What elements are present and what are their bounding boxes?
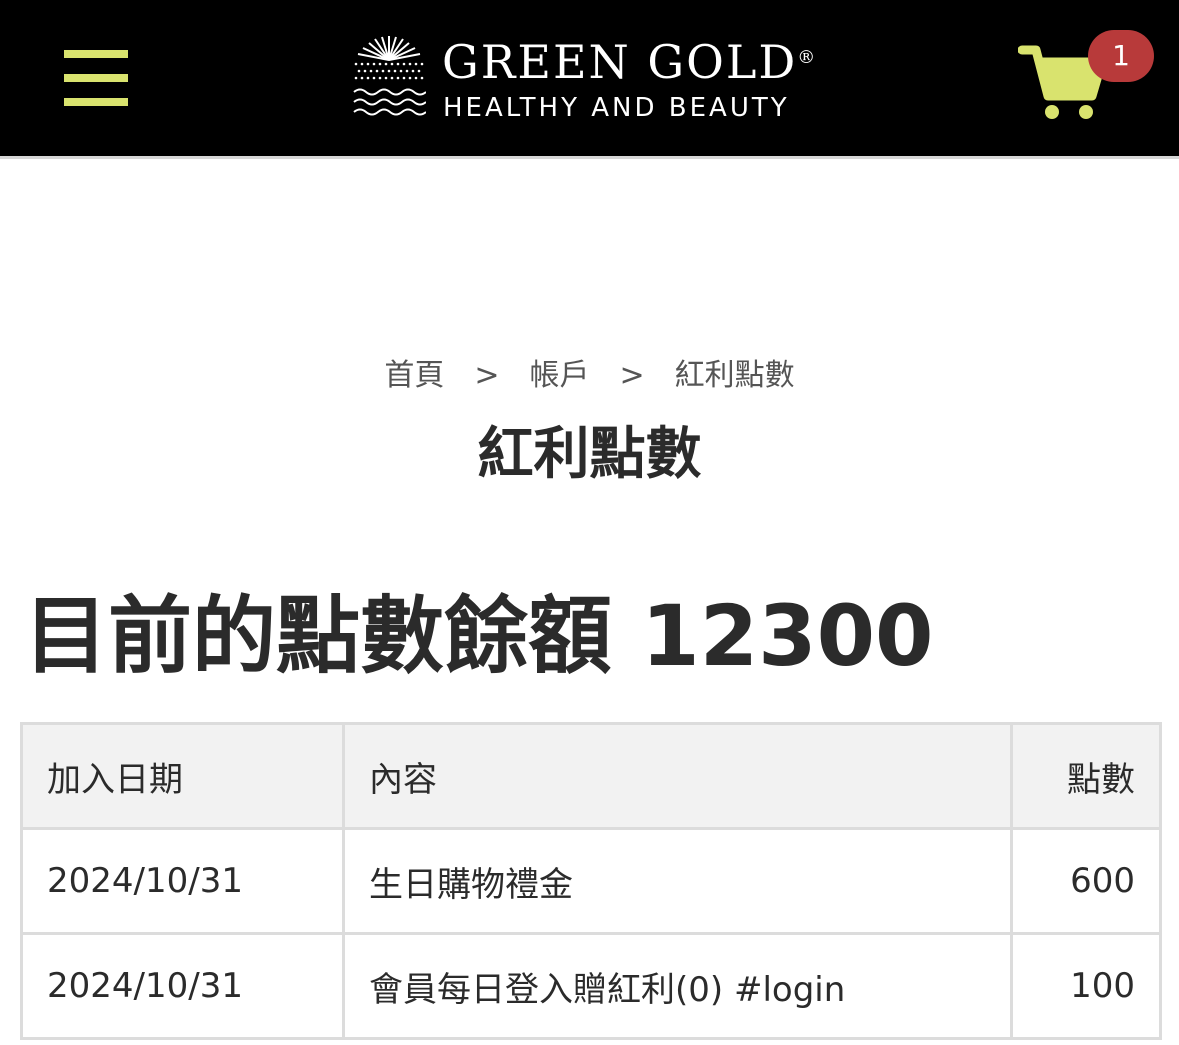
breadcrumb-current: 紅利點數 xyxy=(674,358,795,393)
table-row: 2024/10/31 生日購物禮金 600 xyxy=(20,827,1162,935)
breadcrumb: 首頁 > 帳戶 > 紅利點數 xyxy=(0,355,1179,397)
brand-logo[interactable]: GREEN GOLD® HEALTHY AND BEAUTY xyxy=(352,34,832,126)
table-header-row: 加入日期 內容 點數 xyxy=(20,722,1162,830)
breadcrumb-separator: > xyxy=(619,358,645,393)
breadcrumb-account-link[interactable]: 帳戶 xyxy=(530,358,590,393)
hamburger-menu-icon[interactable] xyxy=(64,50,128,108)
brand-tagline: HEALTHY AND BEAUTY xyxy=(443,93,790,123)
breadcrumb-home-link[interactable]: 首頁 xyxy=(384,358,444,393)
breadcrumb-separator: > xyxy=(474,358,500,393)
row-content: 會員每日登入贈紅利(0) #login xyxy=(342,932,1013,1040)
column-header-points: 點數 xyxy=(1010,722,1162,830)
sunrise-waves-logo-icon xyxy=(353,36,426,116)
site-header: GREEN GOLD® HEALTHY AND BEAUTY 1 xyxy=(0,0,1179,159)
brand-name: GREEN GOLD® xyxy=(442,35,818,89)
table-row: 2024/10/31 會員每日登入贈紅利(0) #login 100 xyxy=(20,932,1162,1040)
row-content: 生日購物禮金 xyxy=(342,827,1013,935)
row-points: 100 xyxy=(1010,932,1162,1040)
cart-count-badge: 1 xyxy=(1088,30,1154,82)
row-date: 2024/10/31 xyxy=(20,827,345,935)
row-points: 600 xyxy=(1010,827,1162,935)
menu-bar xyxy=(64,50,128,58)
points-history-table: 加入日期 內容 點數 2024/10/31 生日購物禮金 600 2024/10… xyxy=(20,722,1162,1040)
menu-bar xyxy=(64,74,128,82)
row-date: 2024/10/31 xyxy=(20,932,345,1040)
page-title: 紅利點數 xyxy=(477,422,702,487)
points-balance: 目前的點數餘額 12300 xyxy=(24,587,934,685)
menu-bar xyxy=(64,98,128,106)
column-header-content: 內容 xyxy=(342,722,1013,830)
column-header-date: 加入日期 xyxy=(20,722,345,830)
